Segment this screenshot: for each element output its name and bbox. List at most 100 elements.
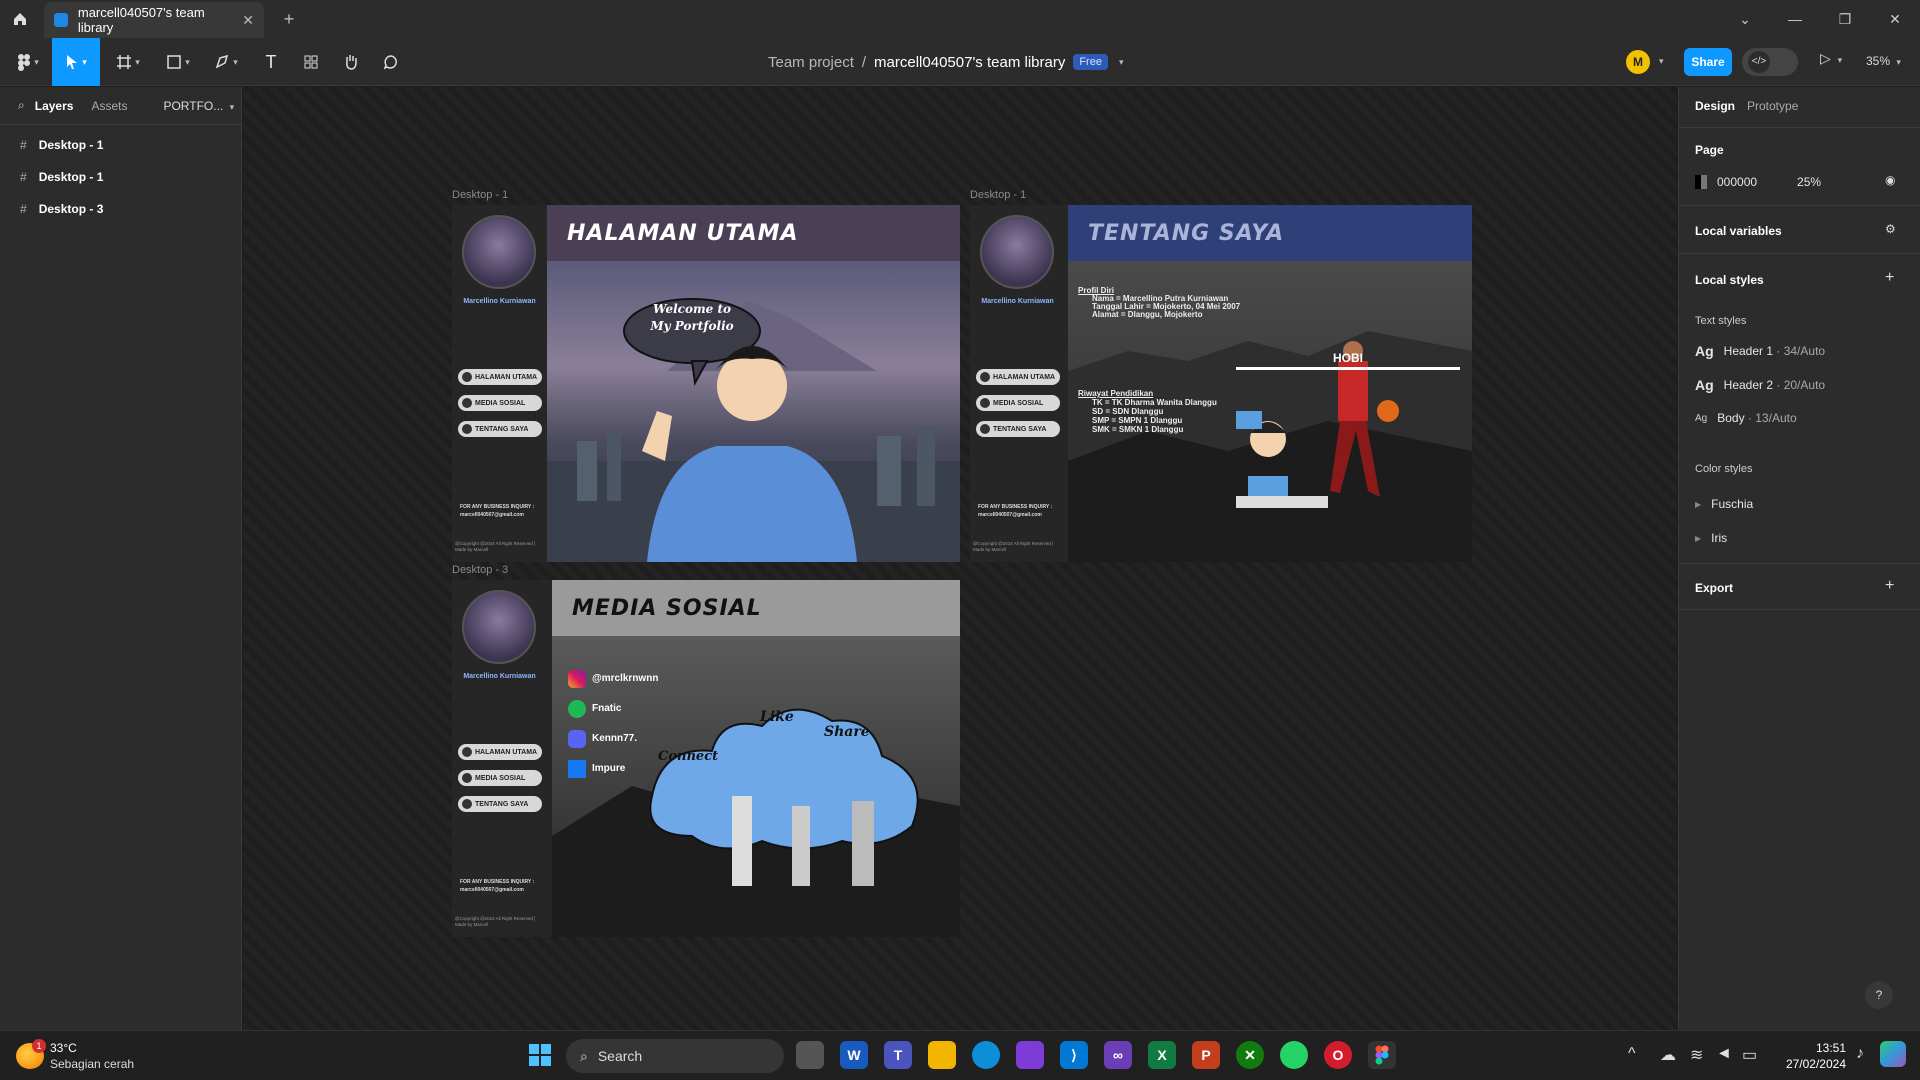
local-variables-title[interactable]: Local variables	[1695, 224, 1782, 238]
chevron-right-icon[interactable]: ▶	[1695, 500, 1701, 509]
home-icon[interactable]	[0, 0, 40, 38]
chevron-right-icon[interactable]: ▶	[1695, 534, 1701, 543]
style-spec: · 20/Auto	[1773, 378, 1826, 392]
onedrive-icon[interactable]: ☁	[1660, 1045, 1676, 1065]
layer-item[interactable]: # Desktop - 3	[0, 193, 241, 225]
inquiry-label: FOR ANY BUSINESS INQUIRY :	[460, 879, 535, 885]
main-menu-button[interactable]: ▾	[8, 38, 48, 86]
word-icon[interactable]: W	[840, 1041, 868, 1069]
color-style-name: Fuschia	[1711, 497, 1754, 511]
tab-prototype[interactable]: Prototype	[1747, 99, 1798, 113]
frame-label[interactable]: Desktop - 3	[452, 564, 508, 576]
text-style-item[interactable]: Ag Header 2 · 20/Auto	[1695, 377, 1825, 393]
facebook-icon	[568, 760, 586, 778]
file-tab[interactable]: marcell040507's team library ✕	[44, 2, 264, 38]
battery-icon[interactable]: ▭	[1742, 1045, 1757, 1065]
excel-icon[interactable]: X	[1148, 1041, 1176, 1069]
tray-chevron-up-icon[interactable]: ^	[1628, 1045, 1636, 1063]
whatsapp-icon[interactable]	[1280, 1041, 1308, 1069]
component-tool[interactable]	[294, 38, 328, 86]
comment-tool-icon[interactable]	[374, 38, 408, 86]
volume-icon[interactable]: ◄	[1716, 1045, 1732, 1063]
copyright: @Copyright @2024 All Right Reserved | Ma…	[455, 916, 536, 927]
search-icon[interactable]: ⌕	[18, 98, 25, 113]
clock-date[interactable]: 27/02/2024	[1766, 1057, 1846, 1071]
file-name[interactable]: marcell040507's team library	[874, 54, 1065, 71]
restore-icon[interactable]: ❐	[1820, 0, 1870, 38]
dev-mode-toggle[interactable]: </>	[1742, 48, 1798, 76]
edge-icon[interactable]	[972, 1041, 1000, 1069]
file-menu-chevron-icon[interactable]: ▾	[1119, 57, 1124, 68]
avatar[interactable]: M	[1626, 50, 1650, 74]
color-swatch[interactable]	[1695, 175, 1707, 189]
opera-icon[interactable]: O	[1324, 1041, 1352, 1069]
text-style-item[interactable]: Ag Body · 13/Auto	[1695, 411, 1797, 425]
frame-halaman-utama[interactable]: Marcellino Kurniawan HALAMAN UTAMA MEDIA…	[452, 205, 960, 562]
frame-tentang-saya[interactable]: Marcellino Kurniawan HALAMAN UTAMA MEDIA…	[970, 205, 1472, 562]
color-style-item[interactable]: ▶ Iris	[1695, 531, 1727, 545]
portfolio-sidebar: Marcellino Kurniawan HALAMAN UTAMA MEDIA…	[452, 205, 547, 562]
tab-design[interactable]: Design	[1695, 99, 1735, 113]
move-tool[interactable]: ▾	[52, 38, 100, 86]
text-style-item[interactable]: Ag Header 1 · 34/Auto	[1695, 343, 1825, 359]
zoom-level[interactable]: 35% ▾	[1866, 54, 1901, 68]
present-play-icon[interactable]: ▷ ▾	[1820, 50, 1842, 67]
avatar-chevron-icon[interactable]: ▾	[1659, 56, 1664, 67]
xbox-icon[interactable]: ✕	[1236, 1041, 1264, 1069]
text-tool[interactable]: T	[254, 38, 288, 86]
notification-bell-icon[interactable]: ♪	[1856, 1045, 1864, 1063]
nav-label: TENTANG SAYA	[993, 425, 1047, 433]
file-explorer-icon[interactable]	[928, 1041, 956, 1069]
task-view-icon[interactable]	[796, 1041, 824, 1069]
page-fill[interactable]: 000000 25%	[1695, 175, 1821, 189]
layer-item[interactable]: # Desktop - 1	[0, 161, 241, 193]
style-spec: · 34/Auto	[1773, 344, 1826, 358]
color-style-name: Iris	[1711, 531, 1728, 545]
taskbar: 1 33°C Sebagian cerah ⌕ Search W T ⟩ ∞ X …	[0, 1030, 1920, 1080]
page-select[interactable]: PORTFO... ▾	[163, 99, 234, 113]
toolbar: ▾ ▾ ▾ ▾ ▾ T Team project / marcell040507…	[0, 38, 1920, 86]
chevron-down-icon[interactable]: ⌄	[1720, 0, 1770, 38]
windows-start-icon[interactable]	[526, 1041, 554, 1069]
frame-media-sosial[interactable]: Marcellino Kurniawan HALAMAN UTAMA MEDIA…	[452, 580, 960, 937]
clock-time[interactable]: 13:51	[1780, 1041, 1846, 1055]
nav-label: MEDIA SOSIAL	[475, 399, 526, 407]
divider	[1679, 205, 1920, 206]
nav-media-sosial: MEDIA SOSIAL	[458, 770, 542, 786]
project-link[interactable]: Team project	[768, 54, 854, 71]
powerpoint-icon[interactable]: P	[1192, 1041, 1220, 1069]
page-opacity-value[interactable]: 25%	[1797, 175, 1821, 189]
vscode-icon[interactable]: ⟩	[1060, 1041, 1088, 1069]
pen-tool[interactable]: ▾	[206, 38, 246, 86]
taskbar-search[interactable]: ⌕ Search	[566, 1039, 784, 1073]
add-style-plus-icon[interactable]: +	[1885, 269, 1894, 287]
hand-tool-icon[interactable]	[334, 38, 368, 86]
frame-tool[interactable]: ▾	[108, 38, 148, 86]
frame-label[interactable]: Desktop - 1	[452, 189, 508, 201]
close-window-icon[interactable]: ✕	[1870, 0, 1920, 38]
app-icon[interactable]	[1016, 1041, 1044, 1069]
copilot-icon[interactable]	[1880, 1041, 1906, 1067]
visual-studio-icon[interactable]: ∞	[1104, 1041, 1132, 1069]
sliders-icon[interactable]: ⚙	[1885, 222, 1896, 236]
canvas[interactable]: Desktop - 1 Marcellino Kurniawan HALAMAN…	[243, 87, 1677, 1030]
tab-layers[interactable]: Layers	[35, 99, 74, 113]
tab-assets[interactable]: Assets	[91, 99, 127, 113]
minimize-icon[interactable]: —	[1770, 0, 1820, 38]
new-tab-button[interactable]: +	[276, 6, 302, 32]
wifi-icon[interactable]: ≋	[1690, 1045, 1703, 1065]
color-style-item[interactable]: ▶ Fuschia	[1695, 497, 1753, 511]
page-color-value[interactable]: 000000	[1717, 175, 1757, 189]
layer-item[interactable]: # Desktop - 1	[0, 129, 241, 161]
frame-label[interactable]: Desktop - 1	[970, 189, 1026, 201]
add-export-plus-icon[interactable]: +	[1885, 577, 1894, 595]
social-facebook: Impure	[568, 754, 658, 784]
rectangle-tool[interactable]: ▾	[158, 38, 198, 86]
share-button[interactable]: Share	[1684, 48, 1732, 76]
teams-icon[interactable]: T	[884, 1041, 912, 1069]
figma-icon[interactable]	[1368, 1041, 1396, 1069]
eye-icon[interactable]: ◉	[1885, 173, 1895, 187]
close-tab-icon[interactable]: ✕	[242, 12, 254, 29]
help-button[interactable]: ?	[1865, 981, 1893, 1009]
layer-label: Desktop - 3	[38, 202, 104, 216]
